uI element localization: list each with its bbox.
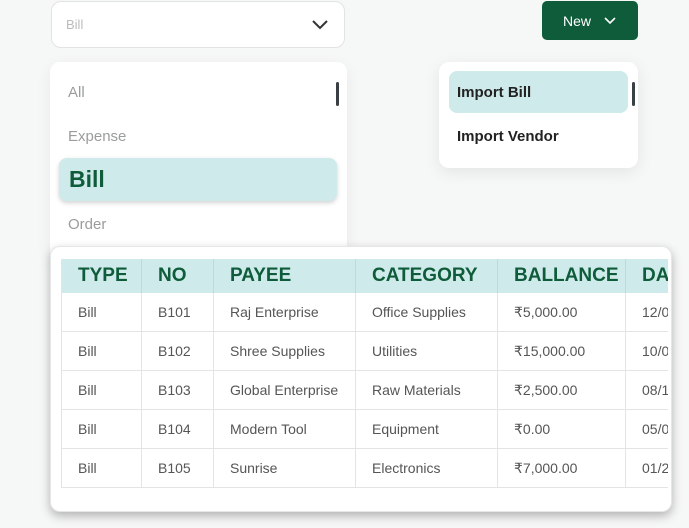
column-header-balance[interactable]: BALLANCE [497,259,626,293]
cell-balance: ₹2,500.00 [497,370,626,410]
type-option-all[interactable]: All [68,84,85,101]
cell-category: Electronics [355,448,498,488]
cell-balance: ₹15,000.00 [497,331,626,371]
column-header-date[interactable]: DATE [625,259,668,293]
cell-payee: Global Enterprise [213,370,356,410]
cell-no: B105 [141,448,214,488]
type-option-expense[interactable]: Expense [68,128,126,145]
cell-balance: ₹0.00 [497,409,626,449]
column-header-payee[interactable]: PAYEE [213,259,356,293]
bills-table-scroll-area[interactable]: TYPE NO PAYEE CATEGORY BALLANCE DATE Bil… [61,259,668,493]
table-row[interactable]: Bill B104 Modern Tool Equipment ₹0.00 05… [61,409,668,449]
bills-table-card: TYPE NO PAYEE CATEGORY BALLANCE DATE Bil… [50,246,672,512]
cell-category: Raw Materials [355,370,498,410]
table-row[interactable]: Bill B103 Global Enterprise Raw Material… [61,370,668,410]
new-button-label: New [562,12,591,29]
cell-category: Office Supplies [355,293,498,332]
import-menu-scrollbar[interactable] [632,82,635,106]
type-option-bill[interactable]: Bill [59,158,337,201]
cell-category: Utilities [355,331,498,371]
new-button[interactable]: New [542,1,638,40]
cell-type: Bill [61,293,142,332]
chevron-down-icon [312,19,328,29]
cell-category: Equipment [355,409,498,449]
table-row[interactable]: Bill B101 Raj Enterprise Office Supplies… [61,293,668,332]
table-row[interactable]: Bill B105 Sunrise Electronics ₹7,000.00 … [61,448,668,488]
table-header-row: TYPE NO PAYEE CATEGORY BALLANCE DATE [61,259,668,293]
cell-date: 10/0 [625,331,668,371]
type-option-order[interactable]: Order [68,216,106,233]
type-menu-scrollbar[interactable] [336,82,339,106]
cell-payee: Shree Supplies [213,331,356,371]
cell-balance: ₹5,000.00 [497,293,626,332]
column-header-category[interactable]: CATEGORY [355,259,498,293]
bills-table: TYPE NO PAYEE CATEGORY BALLANCE DATE Bil… [61,259,668,488]
cell-no: B103 [141,370,214,410]
type-select-value: Bill [66,17,84,32]
type-dropdown-menu: All Expense Bill Order [50,62,347,262]
column-header-type[interactable]: TYPE [61,259,142,293]
cell-type: Bill [61,331,142,371]
import-bill-item[interactable]: Import Bill [449,71,628,113]
cell-payee: Modern Tool [213,409,356,449]
cell-type: Bill [61,409,142,449]
import-vendor-item[interactable]: Import Vendor [449,115,628,157]
type-select[interactable]: Bill [51,1,345,48]
column-header-no[interactable]: NO [141,259,214,293]
cell-payee: Sunrise [213,448,356,488]
cell-no: B101 [141,293,214,332]
cell-no: B102 [141,331,214,371]
cell-date: 12/0 [625,293,668,332]
cell-type: Bill [61,448,142,488]
cell-date: 05/0 [625,409,668,449]
cell-no: B104 [141,409,214,449]
cell-type: Bill [61,370,142,410]
cell-date: 08/1 [625,370,668,410]
table-row[interactable]: Bill B102 Shree Supplies Utilities ₹15,0… [61,331,668,371]
cell-balance: ₹7,000.00 [497,448,626,488]
chevron-down-icon [604,16,616,24]
cell-date: 01/2 [625,448,668,488]
cell-payee: Raj Enterprise [213,293,356,332]
import-dropdown-menu: Import Bill Import Vendor [439,62,638,168]
